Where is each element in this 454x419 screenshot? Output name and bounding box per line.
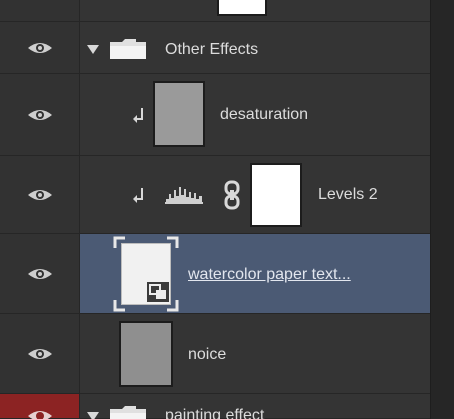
layer-name[interactable]: painting effect bbox=[165, 407, 264, 419]
layers-panel: Other Effects desaturation Levels 2 wate… bbox=[0, 0, 454, 419]
layer-name[interactable]: desaturation bbox=[220, 106, 308, 124]
chain-link-icon[interactable] bbox=[222, 180, 242, 210]
clipping-arrow-icon bbox=[133, 188, 143, 203]
eye-icon[interactable] bbox=[27, 40, 53, 56]
eye-icon[interactable] bbox=[27, 187, 53, 203]
layer-name[interactable]: Other Effects bbox=[165, 41, 258, 59]
layer-thumbnail bbox=[153, 81, 205, 147]
scrollbar-track[interactable] bbox=[430, 0, 454, 419]
layer-row-group-painting-effect[interactable]: painting effect bbox=[0, 394, 430, 419]
eye-icon[interactable] bbox=[27, 346, 53, 362]
levels-histogram-icon bbox=[165, 187, 203, 204]
layer-row-partial-top[interactable] bbox=[0, 0, 430, 22]
layer-row-group-other-effects[interactable]: Other Effects bbox=[0, 22, 430, 74]
folder-icon bbox=[110, 406, 146, 419]
eye-icon[interactable] bbox=[27, 107, 53, 123]
layer-name[interactable]: Levels 2 bbox=[318, 186, 378, 204]
layer-thumbnail bbox=[119, 321, 173, 387]
visibility-cell[interactable] bbox=[0, 156, 80, 233]
clipping-arrow-icon bbox=[133, 108, 143, 123]
visibility-cell[interactable] bbox=[0, 394, 80, 419]
layer-name[interactable]: watercolor paper text... bbox=[188, 266, 351, 284]
eye-icon[interactable] bbox=[27, 266, 53, 282]
smart-object-badge-icon bbox=[147, 282, 169, 302]
eye-icon[interactable] bbox=[27, 408, 53, 419]
visibility-cell[interactable] bbox=[0, 74, 80, 155]
visibility-cell[interactable] bbox=[0, 314, 80, 393]
layer-row-watercolor-paper[interactable]: watercolor paper text... bbox=[0, 234, 430, 314]
layer-row-levels-2[interactable]: Levels 2 bbox=[0, 156, 430, 234]
visibility-cell[interactable] bbox=[0, 0, 80, 21]
layer-name[interactable]: noice bbox=[188, 346, 226, 364]
visibility-cell[interactable] bbox=[0, 22, 80, 73]
layer-thumbnail bbox=[217, 0, 267, 16]
visibility-cell[interactable] bbox=[0, 234, 80, 313]
layer-mask-thumbnail bbox=[250, 163, 302, 227]
triangle-down-icon[interactable] bbox=[86, 410, 100, 419]
layer-row-noice[interactable]: noice bbox=[0, 314, 430, 394]
folder-icon bbox=[110, 39, 146, 59]
layer-row-desaturation[interactable]: desaturation bbox=[0, 74, 430, 156]
triangle-down-icon[interactable] bbox=[86, 43, 100, 55]
